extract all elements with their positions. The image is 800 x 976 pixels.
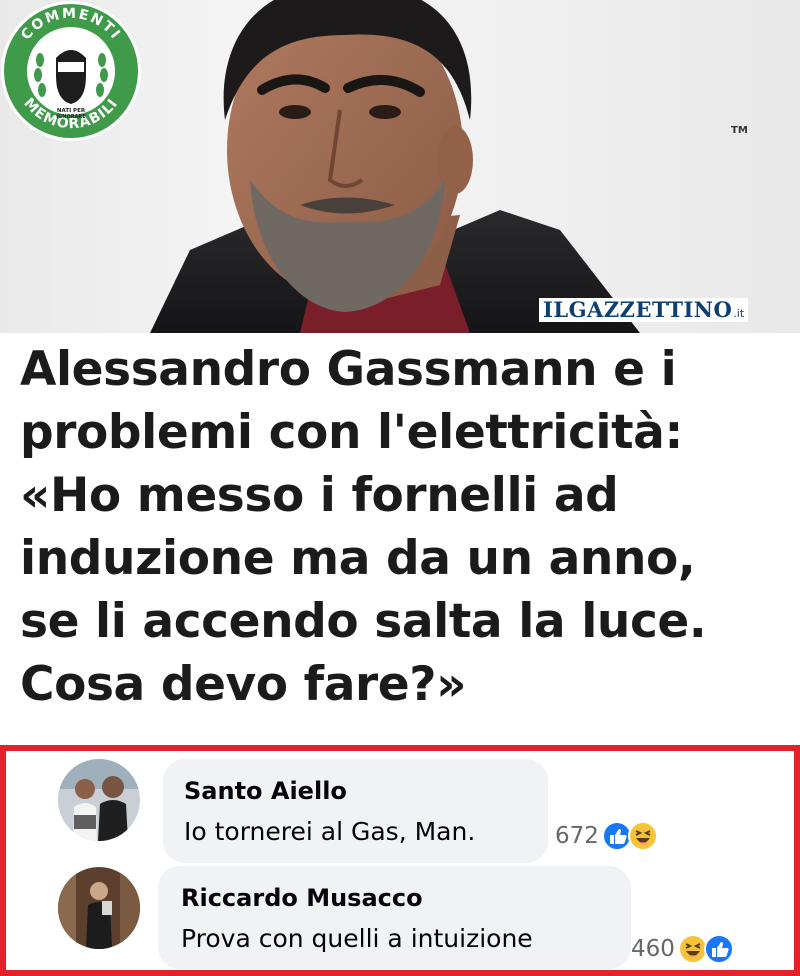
- trademark-label: TM: [731, 125, 748, 136]
- comments-section: Santo Aiello Io tornerei al Gas, Man. 67…: [0, 745, 800, 976]
- article-photo: COMMENTI MEMORABILI NATI PER IGNORARE TM…: [0, 0, 800, 333]
- reaction-summary[interactable]: 460: [631, 934, 734, 964]
- commenti-memorabili-badge: COMMENTI MEMORABILI NATI PER IGNORARE: [1, 1, 141, 141]
- logo-tld: .it: [733, 307, 745, 320]
- avatar[interactable]: [58, 759, 140, 841]
- comment-bubble: [158, 866, 631, 969]
- avatar[interactable]: [58, 867, 140, 949]
- reaction-summary[interactable]: 672: [555, 821, 658, 851]
- headline-line: problemi con l'elettricità:: [20, 405, 683, 460]
- comment-text: Io tornerei al Gas, Man.: [184, 817, 476, 846]
- headline-line: induzione ma da un anno,: [20, 531, 696, 586]
- badge-tagline-2: IGNORARE: [56, 114, 86, 120]
- comment-author[interactable]: Santo Aiello: [184, 777, 347, 805]
- headline-line: «Ho messo i fornelli ad: [20, 468, 619, 523]
- reaction-count: 672: [555, 823, 599, 849]
- reaction-count: 460: [631, 936, 675, 962]
- like-icon: [703, 934, 734, 964]
- headline-line: se li accendo salta la luce.: [20, 594, 707, 649]
- haha-icon: [627, 821, 658, 851]
- logo-name: ILGAZZETTINO: [543, 297, 733, 322]
- headline-line: Cosa devo fare?»: [20, 657, 467, 712]
- comment-bubble: [163, 759, 548, 863]
- il-gazzettino-logo: ILGAZZETTINO .it: [539, 297, 749, 322]
- headline-line: Alessandro Gassmann e i: [20, 342, 677, 397]
- article-headline: Alessandro Gassmann e i problemi con l'e…: [20, 338, 795, 716]
- comment-author[interactable]: Riccardo Musacco: [181, 884, 423, 912]
- comment-text: Prova con quelli a intuizione: [181, 924, 533, 953]
